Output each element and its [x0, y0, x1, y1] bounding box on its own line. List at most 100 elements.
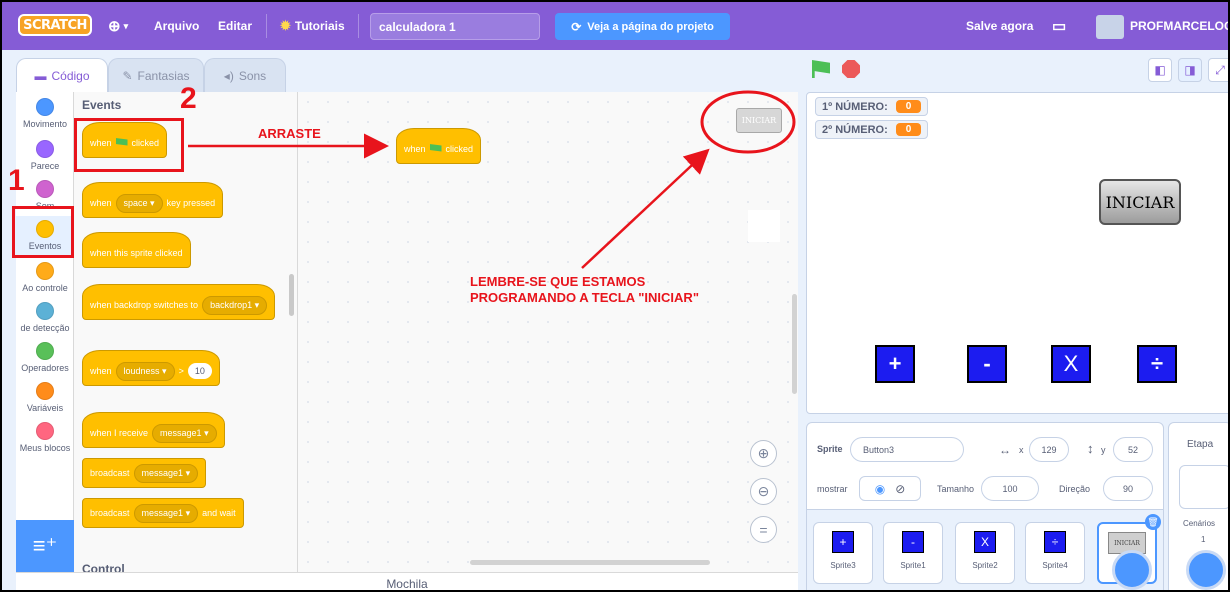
small-stage-icon[interactable]: ◧	[1148, 58, 1172, 82]
menu-bar: SCRATCH ⊕ ▾ Arquivo Editar ✹ Tutoriais c…	[2, 2, 1228, 50]
minus-sprite[interactable]: -	[967, 345, 1007, 383]
see-project-page-button[interactable]: ⟳ Veja a página do projeto	[555, 13, 730, 40]
block-text: when this sprite clicked	[90, 248, 183, 258]
divide-sprite[interactable]: ÷	[1137, 345, 1177, 383]
block-text: when backdrop switches to	[90, 300, 199, 310]
message-dropdown[interactable]: message1 ▾	[133, 503, 199, 523]
sprite-thumbnail: -	[902, 531, 924, 553]
project-title-input[interactable]: calculadora 1	[370, 13, 540, 40]
sprite-tile-sprite2[interactable]: X Sprite2	[955, 522, 1015, 584]
multiply-sprite[interactable]: X	[1051, 345, 1091, 383]
block-when-backdrop-switches[interactable]: when backdrop switches to backdrop1 ▾	[82, 284, 276, 320]
stop-icon[interactable]	[842, 60, 860, 78]
normal-stage-icon[interactable]: ◨	[1178, 58, 1202, 82]
block-text: broadcast	[90, 468, 130, 478]
backpack[interactable]: Mochila	[16, 572, 798, 590]
workspace-scrollbar-horizontal[interactable]	[470, 560, 710, 565]
backdrops-label: Cenários	[1183, 519, 1216, 528]
category-my-blocks[interactable]: Meus blocos	[16, 418, 74, 474]
add-sprite-button[interactable]	[1112, 550, 1152, 590]
key-dropdown[interactable]: space ▾	[115, 193, 163, 213]
iniciar-sprite[interactable]: INICIAR	[1099, 179, 1181, 225]
file-menu[interactable]: Arquivo	[154, 2, 199, 50]
sprite-tile-sprite3[interactable]: + Sprite3	[813, 522, 873, 584]
menu-divider	[358, 14, 359, 38]
add-backdrop-button[interactable]	[1186, 550, 1226, 590]
category-label: Operadores	[21, 363, 69, 373]
workspace-scrollbar-vertical[interactable]	[792, 294, 797, 394]
message-dropdown[interactable]: message1 ▾	[133, 463, 199, 483]
monitor-label: 1º NÚMERO:	[822, 100, 888, 113]
avatar[interactable]	[1096, 15, 1124, 39]
y-input[interactable]: 52	[1113, 437, 1153, 462]
eye-icon[interactable]: ◉	[875, 482, 885, 496]
category-label: Variáveis	[26, 403, 64, 413]
scratch-logo[interactable]: SCRATCH	[18, 14, 92, 36]
block-when-loudness[interactable]: when loudness ▾ > 10	[82, 350, 220, 386]
loudness-dropdown[interactable]: loudness ▾	[115, 361, 175, 381]
annotation-box-block	[74, 118, 184, 172]
loudness-input[interactable]: 10	[187, 363, 212, 379]
code-workspace[interactable]: when clicked	[298, 92, 798, 572]
green-flag-icon[interactable]	[812, 60, 830, 78]
block-text: when	[90, 198, 112, 208]
backdrop-dropdown[interactable]: backdrop1 ▾	[202, 295, 268, 315]
direction-label: Direção	[1059, 484, 1091, 494]
stage-header: ◧ ◨ ⤢	[802, 54, 1228, 90]
globe-icon: ⊕	[108, 18, 121, 35]
visibility-toggle[interactable]: ◉ ⊘	[859, 476, 921, 501]
zoom-out-icon[interactable]: ⊖	[750, 478, 777, 505]
block-when-key-pressed[interactable]: when space ▾ key pressed	[82, 182, 224, 218]
add-extension-button[interactable]: ≡⁺	[16, 520, 74, 572]
sprite-tile-label: Sprite4	[1042, 561, 1068, 570]
sprite-tile-sprite1[interactable]: - Sprite1	[883, 522, 943, 584]
scratch-editor: SCRATCH ⊕ ▾ Arquivo Editar ✹ Tutoriais c…	[0, 0, 1230, 592]
block-broadcast[interactable]: broadcast message1 ▾	[82, 458, 207, 488]
category-dot	[36, 382, 54, 400]
save-now-button[interactable]: Salve agora	[966, 2, 1033, 50]
see-project-label: Veja a página do projeto	[587, 20, 714, 33]
fullscreen-icon[interactable]: ⤢	[1208, 58, 1228, 82]
category-label: de detecção	[20, 323, 70, 333]
block-when-sprite-clicked[interactable]: when this sprite clicked	[82, 232, 191, 268]
sprite-tile-sprite4[interactable]: ÷ Sprite4	[1025, 522, 1085, 584]
x-input[interactable]: 129	[1029, 437, 1069, 462]
folder-icon[interactable]: ▭	[1052, 2, 1066, 50]
zoom-reset-icon[interactable]: =	[750, 516, 777, 543]
workspace-block-when-flag-clicked[interactable]: when clicked	[396, 128, 482, 164]
sprite-name-input[interactable]: Button3	[850, 437, 964, 462]
plus-sprite[interactable]: +	[875, 345, 915, 383]
tab-sounds[interactable]: ◂) Sons	[204, 58, 286, 92]
stage[interactable]: 1º NÚMERO: 0 2º NÚMERO: 0 INICIAR + - X …	[806, 92, 1228, 414]
annotation-box-events	[12, 206, 74, 258]
shuffle-icon: ⟳	[571, 19, 582, 34]
monitor-value: 0	[895, 100, 922, 113]
palette-next-section-title: Control	[82, 562, 125, 572]
palette-scrollbar[interactable]	[289, 274, 294, 316]
message-dropdown[interactable]: message1 ▾	[152, 423, 217, 443]
block-when-i-receive[interactable]: when I receive message1 ▾	[82, 412, 225, 448]
annotation-step-1: 1	[8, 164, 25, 197]
sprite-list: + Sprite3 - Sprite1 X Sprite2 ÷ Sprite4 …	[806, 510, 1164, 590]
category-dot	[36, 422, 54, 440]
direction-input[interactable]: 90	[1103, 476, 1153, 501]
edit-menu[interactable]: Editar	[218, 2, 252, 50]
language-menu[interactable]: ⊕ ▾	[108, 2, 128, 50]
sprite-thumbnail: X	[974, 531, 996, 553]
chevron-down-icon: ▾	[123, 20, 129, 31]
stage-thumbnail	[1179, 465, 1228, 509]
block-broadcast-and-wait[interactable]: broadcast message1 ▾ and wait	[82, 498, 244, 528]
size-input[interactable]: 100	[981, 476, 1039, 501]
tutorials-menu[interactable]: ✹ Tutoriais	[280, 2, 345, 50]
variable-monitor-first-number: 1º NÚMERO: 0	[815, 97, 929, 116]
block-categories: Movimento Parece Som Eventos Ao controle…	[16, 92, 74, 572]
delete-sprite-icon[interactable]: 🗑	[1145, 514, 1161, 530]
tab-code-label: Código	[51, 69, 90, 83]
eye-slash-icon[interactable]: ⊘	[895, 482, 905, 496]
show-label: mostrar	[817, 484, 848, 494]
tab-code[interactable]: ▬ Código	[16, 58, 108, 93]
username[interactable]: PROFMARCELOG	[1130, 2, 1228, 50]
category-dot	[36, 180, 54, 198]
zoom-in-icon[interactable]: ⊕	[750, 440, 777, 467]
block-text: broadcast	[90, 508, 130, 518]
